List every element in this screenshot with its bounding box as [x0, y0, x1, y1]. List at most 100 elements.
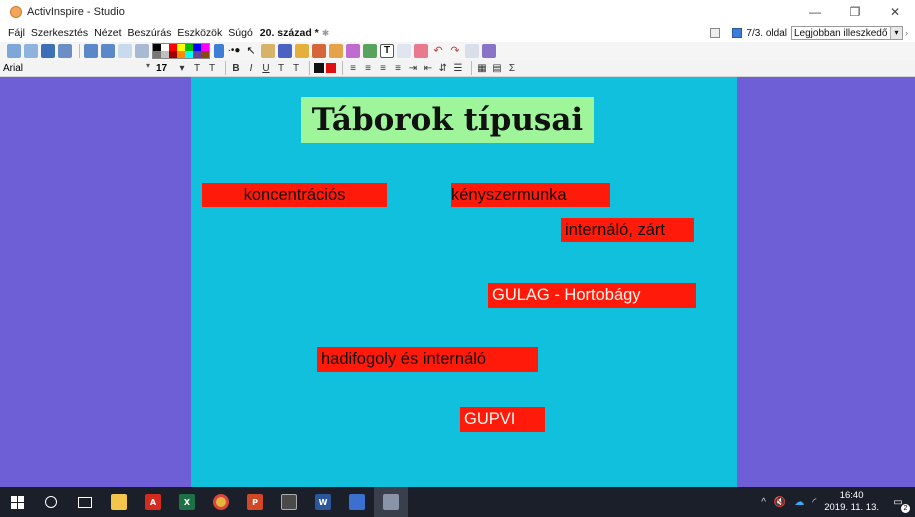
dots-icon[interactable]: ·•● — [227, 44, 241, 58]
fill-icon[interactable] — [363, 44, 377, 58]
table-icon[interactable]: ▦ — [476, 63, 488, 74]
chevron-up-icon[interactable]: ^ — [761, 497, 766, 508]
browser-icon[interactable] — [135, 44, 149, 58]
save-icon[interactable] — [41, 44, 55, 58]
italic-icon[interactable]: I — [245, 63, 257, 74]
indent-icon[interactable]: ⇥ — [407, 63, 419, 74]
new-flipchart-icon[interactable] — [7, 44, 21, 58]
close-button[interactable]: ✕ — [875, 0, 915, 24]
line-spacing-icon[interactable]: ⇵ — [437, 63, 449, 74]
task-view-button[interactable] — [68, 487, 102, 517]
menu-edit[interactable]: Szerkesztés — [28, 27, 91, 39]
align-center-icon[interactable]: ≡ — [362, 63, 374, 74]
redo-icon[interactable]: ↷ — [448, 44, 462, 58]
label-gulag-hortobagy[interactable]: GULAG - Hortobágy — [488, 283, 696, 308]
volume-muted-icon[interactable]: 🔇 — [774, 497, 786, 508]
wifi-icon[interactable]: ◜ — [812, 497, 816, 508]
close-tab-icon[interactable]: ✱ — [322, 28, 330, 39]
select-icon[interactable]: ↖ — [244, 44, 258, 58]
bold-icon[interactable]: B — [230, 63, 242, 74]
dual-user-icon[interactable] — [465, 44, 479, 58]
align-left-icon[interactable]: ≡ — [347, 63, 359, 74]
chevron-right-icon[interactable]: › — [905, 28, 915, 38]
page-controls: 7/3. oldal Legjobban illeszkedő ▾ › — [710, 24, 915, 42]
justify-icon[interactable]: ≡ — [392, 63, 404, 74]
highlighter-icon[interactable] — [295, 44, 309, 58]
zoom-select[interactable]: Legjobban illeszkedő ▾ — [791, 26, 903, 40]
pen-width-icon[interactable] — [214, 44, 224, 58]
label-kenyszermunka[interactable]: kényszermunka — [451, 183, 610, 207]
zoom-value: Legjobban illeszkedő — [794, 27, 888, 39]
label-koncentracios[interactable]: koncentrációs — [202, 183, 387, 207]
acrobat-icon: A — [145, 494, 161, 510]
undo-icon[interactable]: ↶ — [431, 44, 445, 58]
taskbar-acrobat[interactable]: A — [136, 487, 170, 517]
menu-bar: Fájl Szerkesztés Nézet Beszúrás Eszközök… — [0, 24, 915, 42]
eraser-icon[interactable] — [312, 44, 326, 58]
font-size[interactable]: 17 — [156, 63, 176, 74]
flipchart-canvas[interactable]: Táborok típusai koncentrációs kényszermu… — [0, 77, 915, 487]
notification-center-button[interactable]: ▭ 2 — [889, 493, 910, 513]
superscript-icon[interactable]: T — [275, 63, 287, 74]
search-button[interactable] — [34, 487, 68, 517]
camera-icon[interactable] — [414, 44, 428, 58]
clock[interactable]: 16:40 2019. 11. 13. — [824, 490, 879, 514]
minimize-button[interactable]: — — [795, 0, 835, 24]
page-title[interactable]: Táborok típusai — [301, 97, 594, 143]
flipchart-page[interactable]: Táborok típusai koncentrációs kényszermu… — [191, 77, 737, 487]
menu-file[interactable]: Fájl — [0, 27, 28, 39]
underline-icon[interactable]: U — [260, 63, 272, 74]
shape-icon[interactable] — [329, 44, 343, 58]
taskbar-calculator[interactable] — [272, 487, 306, 517]
text-tool-icon[interactable]: T — [380, 44, 394, 58]
font-select[interactable]: Arial ▾ — [0, 61, 150, 75]
page-browser-icon[interactable] — [710, 28, 721, 38]
word-icon: W — [315, 494, 331, 510]
bullets-icon[interactable]: ☰ — [452, 63, 464, 74]
pen-icon[interactable] — [278, 44, 292, 58]
color-palette[interactable] — [152, 43, 210, 59]
taskbar-activinspire[interactable] — [374, 487, 408, 517]
outdent-icon[interactable]: ⇤ — [422, 63, 434, 74]
taskbar: A X P W ^ 🔇 ☁ ◜ 16:40 2019. 11. 13. ▭ 2 — [0, 487, 915, 517]
cut-icon[interactable] — [397, 44, 411, 58]
menu-insert[interactable]: Beszúrás — [125, 27, 175, 39]
window-title: ActivInspire - Studio — [27, 6, 125, 18]
connector-icon[interactable] — [346, 44, 360, 58]
symbol-icon[interactable]: Σ — [506, 63, 518, 74]
highlight-color-swatch[interactable] — [326, 63, 336, 73]
menu-tools[interactable]: Eszközök — [174, 27, 225, 39]
open-icon[interactable] — [24, 44, 38, 58]
taskbar-word[interactable]: W — [306, 487, 340, 517]
font-grow-icon[interactable]: T — [191, 63, 203, 74]
label-gupvi[interactable]: GUPVI — [460, 407, 545, 432]
menu-view[interactable]: Nézet — [91, 27, 124, 39]
taskbar-powerpoint[interactable]: P — [238, 487, 272, 517]
size-dropdown-icon[interactable]: ▾ — [176, 63, 188, 74]
label-internalo-zart[interactable]: internáló, zárt — [561, 218, 694, 242]
document-tab[interactable]: 20. század * — [260, 27, 319, 39]
text-color-swatch[interactable] — [314, 63, 324, 73]
taskbar-chrome[interactable] — [204, 487, 238, 517]
label-hadifogoly[interactable]: hadifogoly és internáló — [317, 347, 538, 372]
subscript-icon[interactable]: T — [290, 63, 302, 74]
next-page-icon[interactable] — [101, 44, 115, 58]
onedrive-icon[interactable]: ☁ — [794, 497, 804, 508]
align-right-icon[interactable]: ≡ — [377, 63, 389, 74]
start-button[interactable] — [0, 487, 34, 517]
taskbar-save-app[interactable] — [340, 487, 374, 517]
font-shrink-icon[interactable]: T — [206, 63, 218, 74]
customize-icon[interactable] — [482, 44, 496, 58]
print-icon[interactable] — [58, 44, 72, 58]
reset-page-icon[interactable] — [118, 44, 132, 58]
previous-page-icon[interactable] — [84, 44, 98, 58]
taskbar-excel[interactable]: X — [170, 487, 204, 517]
activinspire-icon — [383, 494, 399, 510]
grid-icon[interactable]: ▤ — [491, 63, 503, 74]
clock-time: 16:40 — [839, 490, 864, 501]
marquee-icon[interactable] — [261, 44, 275, 58]
start-icon — [10, 495, 24, 509]
restore-button[interactable]: ❐ — [835, 0, 875, 24]
menu-help[interactable]: Súgó — [225, 27, 256, 39]
taskbar-file-explorer[interactable] — [102, 487, 136, 517]
